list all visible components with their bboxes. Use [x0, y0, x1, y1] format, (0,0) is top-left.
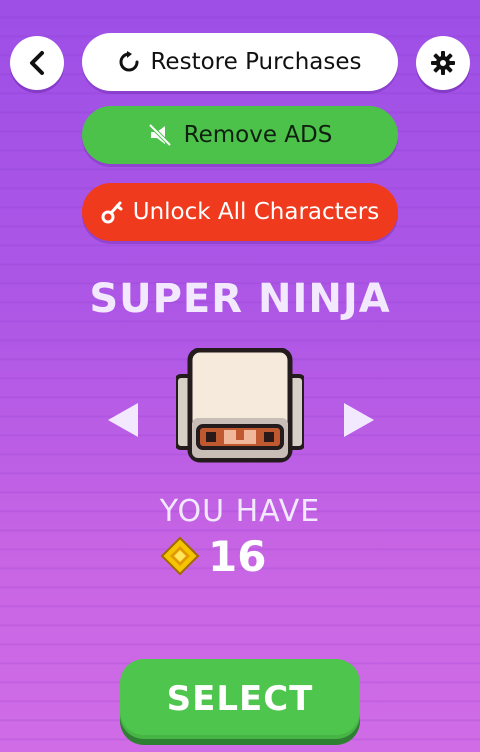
settings-button[interactable] [416, 36, 470, 90]
diamond-gem-icon [160, 536, 200, 576]
gem-balance: 16 [160, 530, 320, 582]
select-button[interactable]: SELECT [120, 659, 360, 739]
unlock-all-characters-button[interactable]: Unlock All Characters [82, 183, 398, 241]
muted-megaphone-icon [148, 123, 172, 147]
restore-purchases-label: Restore Purchases [150, 49, 362, 75]
remove-ads-label: Remove ADS [183, 122, 333, 148]
chevron-left-icon [30, 51, 44, 75]
you-have-label: YOU HAVE [159, 494, 321, 529]
remove-ads-button[interactable]: Remove ADS [82, 106, 398, 164]
refresh-icon [120, 51, 139, 72]
gear-icon [431, 51, 455, 75]
triangle-right-icon [344, 403, 374, 437]
triangle-left-icon [108, 403, 138, 437]
back-button[interactable] [10, 36, 64, 90]
restore-purchases-button[interactable]: Restore Purchases [82, 33, 398, 91]
character-name: SUPER NINJA [89, 276, 391, 322]
previous-character-button[interactable] [103, 396, 143, 444]
character-sprite [174, 347, 306, 464]
next-character-button[interactable] [339, 396, 379, 444]
gem-count: 16 [208, 531, 267, 581]
key-icon [101, 201, 123, 224]
unlock-all-characters-label: Unlock All Characters [132, 199, 380, 225]
